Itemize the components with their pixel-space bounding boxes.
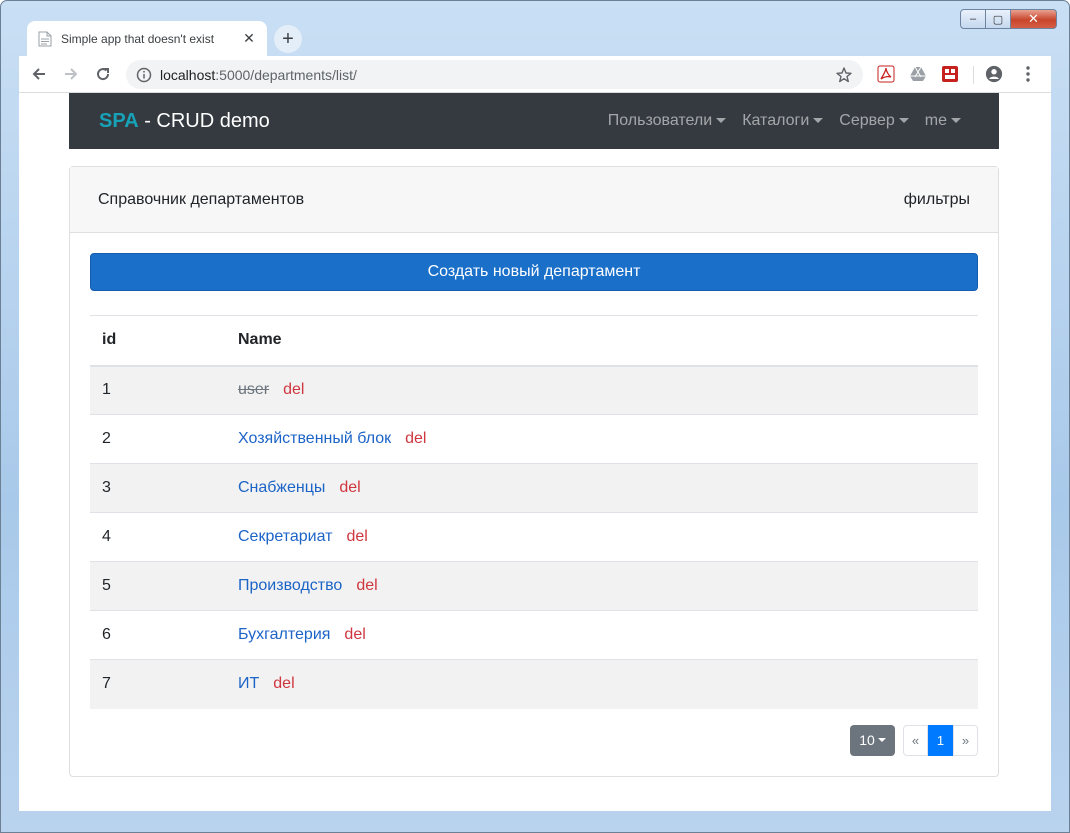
table-row: 6 Бухгалтерия del (90, 610, 978, 660)
delete-link[interactable]: del (344, 626, 365, 643)
next-page-button[interactable]: » (953, 724, 978, 756)
department-link[interactable]: user (238, 381, 269, 398)
page-viewport: SPA - CRUD demo Пользователи Каталоги Се… (19, 93, 1051, 811)
column-header-id: id (90, 315, 226, 367)
nav-item-label: Сервер (839, 112, 895, 129)
caret-down-icon (813, 117, 824, 123)
page-title: Справочник департаментов (98, 190, 305, 208)
address-bar[interactable]: localhost:5000/departments/list/ (126, 60, 863, 89)
departments-card: Справочник департаментов фильтры Создать… (69, 166, 999, 777)
table-row: 4 Секретариат del (90, 512, 978, 562)
close-window-button[interactable]: ✕ (1011, 9, 1057, 29)
extension-icon[interactable] (941, 65, 959, 83)
row-id: 5 (90, 561, 226, 611)
nav-users-dropdown[interactable]: Пользователи (600, 112, 734, 130)
page-size-dropdown[interactable]: 10 (850, 724, 895, 756)
nav-me-dropdown[interactable]: me (917, 112, 969, 130)
table-row: 7 ИТ del (90, 659, 978, 709)
delete-link[interactable]: del (405, 430, 426, 447)
caret-down-icon (877, 738, 886, 742)
app-navbar: SPA - CRUD demo Пользователи Каталоги Се… (69, 93, 999, 149)
bookmark-star-icon[interactable] (835, 66, 853, 84)
create-department-button[interactable]: Создать новый департамент (90, 253, 978, 291)
row-name-cell: Секретариат del (226, 512, 978, 562)
site-info-icon[interactable] (136, 67, 152, 83)
delete-link[interactable]: del (356, 577, 377, 594)
profile-icon[interactable] (985, 65, 1003, 83)
current-page-button[interactable]: 1 (928, 724, 953, 756)
row-id: 4 (90, 512, 226, 562)
pdf-icon[interactable] (877, 65, 895, 83)
url-path: :5000/departments/list/ (215, 66, 357, 83)
delete-link[interactable]: del (283, 381, 304, 398)
table-row: 1 user del (90, 365, 978, 415)
nav-catalogs-dropdown[interactable]: Каталоги (734, 112, 831, 130)
table-row: 5 Производство del (90, 561, 978, 611)
back-icon[interactable] (27, 62, 51, 86)
row-name-cell: ИТ del (226, 659, 978, 709)
pagination: « 1 » (903, 724, 978, 756)
row-name-cell: user del (226, 365, 978, 415)
row-name-cell: Бухгалтерия del (226, 610, 978, 660)
prev-page-button[interactable]: « (903, 724, 928, 756)
caret-down-icon (898, 117, 909, 123)
row-id: 3 (90, 463, 226, 513)
url-host: localhost (160, 66, 216, 83)
page-size-value: 10 (859, 732, 875, 748)
departments-table: id Name 1 user del 2 Хозяйственный блок del 3 С… (90, 315, 978, 709)
department-link[interactable]: Хозяйственный блок (238, 430, 391, 447)
caret-down-icon (951, 117, 961, 123)
row-name-cell: Производство del (226, 561, 978, 611)
more-menu-icon[interactable] (1019, 65, 1037, 83)
delete-link[interactable]: del (339, 479, 360, 496)
row-name-cell: Хозяйственный блок del (226, 414, 978, 464)
nav-item-label: Каталоги (742, 112, 810, 129)
department-link[interactable]: Бухгалтерия (238, 626, 330, 643)
card-body: Создать новый департамент id Name 1 user d… (70, 233, 998, 776)
nav-menu: Пользователи Каталоги Сервер me (600, 112, 969, 130)
tab-title: Simple app that doesn't exist (61, 31, 215, 46)
brand-link[interactable]: SPA - CRUD demo (99, 110, 270, 133)
minimize-button[interactable]: – (960, 9, 986, 29)
department-link[interactable]: Секретариат (238, 528, 332, 545)
forward-icon[interactable] (59, 62, 83, 86)
browser-tab[interactable]: Simple app that doesn't exist ✕ (27, 21, 267, 56)
reload-icon[interactable] (91, 62, 115, 86)
brand-accent: SPA (99, 109, 139, 132)
caret-down-icon (716, 117, 727, 123)
browser-window: Simple app that doesn't exist ✕ + – ▢ ✕ … (0, 0, 1070, 833)
page-container: SPA - CRUD demo Пользователи Каталоги Се… (69, 93, 999, 777)
title-bar: Simple app that doesn't exist ✕ + – ▢ ✕ (1, 1, 1069, 56)
table-row: 3 Снабженцы del (90, 463, 978, 513)
column-header-name: Name (226, 315, 978, 367)
row-id: 1 (90, 365, 226, 415)
maximize-button[interactable]: ▢ (986, 9, 1011, 29)
row-name-cell: Снабженцы del (226, 463, 978, 513)
toolbar-divider (973, 66, 974, 84)
nav-item-label: me (924, 112, 947, 129)
page-icon (38, 31, 52, 47)
department-link[interactable]: ИТ (238, 675, 259, 692)
nav-server-dropdown[interactable]: Сервер (831, 112, 916, 130)
url-text: localhost:5000/departments/list/ (160, 67, 835, 83)
row-id: 2 (90, 414, 226, 464)
pager: 10 « 1 » (90, 724, 978, 756)
card-header: Справочник департаментов фильтры (70, 167, 998, 233)
drive-icon[interactable] (909, 65, 927, 83)
delete-link[interactable]: del (346, 528, 367, 545)
window-controls: – ▢ ✕ (960, 9, 1057, 29)
delete-link[interactable]: del (273, 675, 294, 692)
row-id: 6 (90, 610, 226, 660)
department-link[interactable]: Производство (238, 577, 342, 594)
close-tab-icon[interactable]: ✕ (239, 29, 259, 49)
table-header-row: id Name (90, 315, 978, 367)
brand-title: - CRUD demo (138, 109, 270, 132)
filters-toggle[interactable]: фильтры (904, 191, 970, 209)
table-row: 2 Хозяйственный блок del (90, 414, 978, 464)
new-tab-button[interactable]: + (274, 25, 302, 53)
row-id: 7 (90, 659, 226, 709)
nav-item-label: Пользователи (607, 112, 713, 129)
browser-toolbar: localhost:5000/departments/list/ (19, 56, 1051, 93)
department-link[interactable]: Снабженцы (238, 479, 325, 496)
